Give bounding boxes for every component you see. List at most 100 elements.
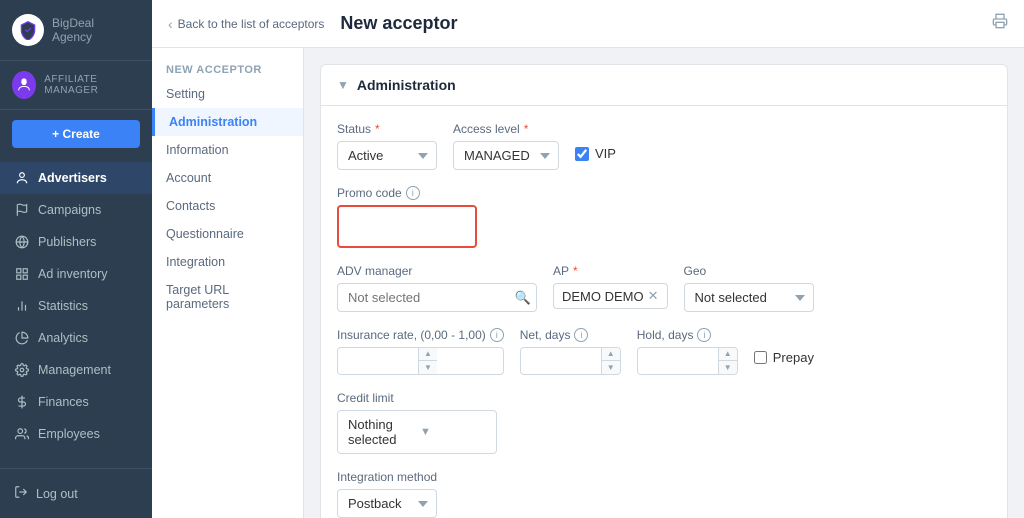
status-select[interactable]: Active Inactive Pending (337, 141, 437, 170)
logout-button[interactable]: Log out (14, 477, 138, 510)
ap-label: AP * (553, 264, 668, 278)
pie-chart-icon (14, 330, 30, 346)
net-days-input[interactable] (521, 349, 601, 374)
net-days-info-icon: i (574, 328, 588, 342)
sidebar-item-analytics[interactable]: Analytics (0, 322, 152, 354)
brand-sub: Agency (52, 30, 94, 44)
topbar: ‹ Back to the list of acceptors New acce… (152, 0, 1024, 48)
globe-icon (14, 234, 30, 250)
sub-sidebar-item-questionnaire[interactable]: Questionnaire (152, 220, 303, 248)
back-arrow-icon: ‹ (168, 16, 173, 32)
integration-method-select[interactable]: Postback API Pixel (337, 489, 437, 518)
adv-manager-input[interactable] (337, 283, 537, 312)
sub-sidebar: New Acceptor Setting Administration Info… (152, 48, 304, 518)
hold-days-label: Hold, days i (637, 328, 738, 342)
hold-days-spinbox-buttons: ▲ ▼ (718, 348, 737, 374)
sidebar-item-label: Campaigns (38, 203, 101, 217)
back-label: Back to the list of acceptors (178, 17, 325, 31)
insurance-info-icon: i (490, 328, 504, 342)
ap-value: DEMO DEMO (562, 289, 644, 304)
ap-clear-button[interactable]: ✕ (648, 288, 659, 304)
vip-checkbox[interactable] (575, 147, 589, 161)
insurance-rate-down-button[interactable]: ▼ (419, 361, 437, 374)
status-required: * (375, 122, 380, 136)
grid-icon (14, 266, 30, 282)
adv-manager-input-wrapper: 🔍 (337, 283, 537, 312)
sub-sidebar-item-target-url[interactable]: Target URL parameters (152, 276, 303, 318)
sidebar-item-publishers[interactable]: Publishers (0, 226, 152, 258)
vip-label: VIP (595, 146, 616, 161)
administration-section: ▼ Administration Status * Active (320, 64, 1008, 518)
page-title: New acceptor (340, 13, 992, 34)
integration-method-group: Integration method Postback API Pixel (337, 470, 437, 518)
sidebar-item-label: Advertisers (38, 171, 107, 185)
net-days-up-button[interactable]: ▲ (602, 348, 620, 361)
manager-avatar (12, 71, 36, 99)
promo-code-input[interactable] (347, 215, 467, 238)
insurance-rate-up-button[interactable]: ▲ (419, 348, 437, 361)
form-row-credit: Credit limit Nothing selected ▼ (337, 391, 991, 454)
sub-sidebar-section-label: New Acceptor (152, 56, 303, 80)
net-days-label: Net, days i (520, 328, 621, 342)
sidebar-item-label: Ad inventory (38, 267, 107, 281)
sidebar-item-employees[interactable]: Employees (0, 418, 152, 450)
back-button[interactable]: ‹ Back to the list of acceptors (168, 16, 324, 32)
access-level-select[interactable]: MANAGED SELF LIMITED (453, 141, 559, 170)
hold-days-input[interactable] (638, 349, 718, 374)
sub-sidebar-item-account[interactable]: Account (152, 164, 303, 192)
sub-sidebar-item-setting[interactable]: Setting (152, 80, 303, 108)
logout-section: Log out (0, 468, 152, 518)
sidebar-item-statistics[interactable]: Statistics (0, 290, 152, 322)
hold-days-group: Hold, days i ▲ ▼ (637, 328, 738, 375)
geo-label: Geo (684, 264, 814, 278)
users-icon (14, 426, 30, 442)
adv-manager-search-icon[interactable]: 🔍 (515, 290, 531, 306)
hold-days-info-icon: i (697, 328, 711, 342)
net-days-spinbox: ▲ ▼ (520, 347, 621, 375)
insurance-rate-label: Insurance rate, (0,00 - 1,00) i (337, 328, 504, 342)
vip-group: VIP (575, 146, 616, 161)
administration-title: Administration (357, 77, 456, 93)
credit-limit-dropdown[interactable]: Nothing selected ▼ (337, 410, 497, 454)
form-row-adv: ADV manager 🔍 AP * (337, 264, 991, 312)
ap-required: * (573, 264, 578, 278)
brand-name: BigDeal (52, 16, 94, 30)
create-button[interactable]: + Create (12, 120, 140, 148)
net-days-spinbox-buttons: ▲ ▼ (601, 348, 620, 374)
sidebar-item-label: Finances (38, 395, 89, 409)
access-level-label: Access level * (453, 122, 559, 136)
insurance-rate-group: Insurance rate, (0,00 - 1,00) i ▲ ▼ (337, 328, 504, 375)
sub-sidebar-item-integration[interactable]: Integration (152, 248, 303, 276)
sub-sidebar-item-contacts[interactable]: Contacts (152, 192, 303, 220)
ap-value-container: DEMO DEMO ✕ (553, 283, 668, 309)
net-days-down-button[interactable]: ▼ (602, 361, 620, 374)
sidebar-item-management[interactable]: Management (0, 354, 152, 386)
integration-method-label: Integration method (337, 470, 437, 484)
logout-icon (14, 485, 28, 502)
bar-chart-icon (14, 298, 30, 314)
insurance-rate-input[interactable] (338, 349, 418, 374)
credit-limit-group: Credit limit Nothing selected ▼ (337, 391, 497, 454)
form-row-integration: Integration method Postback API Pixel (337, 470, 991, 518)
sidebar-item-advertisers[interactable]: Advertisers (0, 162, 152, 194)
print-button[interactable] (992, 13, 1008, 34)
hold-days-down-button[interactable]: ▼ (719, 361, 737, 374)
administration-section-header[interactable]: ▼ Administration (321, 65, 1007, 106)
geo-group: Geo Not selected (684, 264, 814, 312)
sidebar-item-label: Publishers (38, 235, 96, 249)
form-row-promo: Promo code i (337, 186, 991, 248)
hold-days-up-button[interactable]: ▲ (719, 348, 737, 361)
prepay-checkbox[interactable] (754, 351, 767, 364)
content-area: New Acceptor Setting Administration Info… (152, 48, 1024, 518)
insurance-rate-spinbox: ▲ ▼ (337, 347, 504, 375)
sidebar-item-finances[interactable]: Finances (0, 386, 152, 418)
geo-select[interactable]: Not selected (684, 283, 814, 312)
prepay-label: Prepay (773, 350, 814, 365)
sidebar-item-ad-inventory[interactable]: Ad inventory (0, 258, 152, 290)
access-level-group: Access level * MANAGED SELF LIMITED (453, 122, 559, 170)
status-label: Status * (337, 122, 437, 136)
sub-sidebar-item-administration[interactable]: Administration (152, 108, 303, 136)
sidebar-item-label: Statistics (38, 299, 88, 313)
sidebar-item-campaigns[interactable]: Campaigns (0, 194, 152, 226)
sub-sidebar-item-information[interactable]: Information (152, 136, 303, 164)
